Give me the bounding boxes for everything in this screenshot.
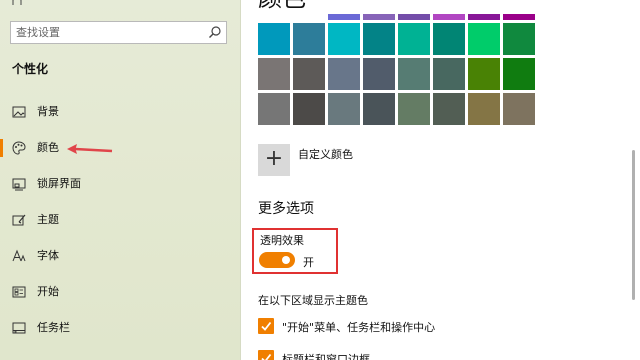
settings-sidebar: 个性化 背景 颜色 锁屏界面 [0,0,241,360]
color-swatch[interactable] [468,23,500,55]
plus-icon: + [264,146,284,171]
palette-icon [12,141,26,155]
transparency-toggle[interactable] [259,252,295,268]
color-swatch[interactable] [328,93,360,125]
toggle-state-label: 开 [303,256,314,269]
sidebar-item-fonts[interactable]: 字体 [0,244,240,268]
color-swatch[interactable] [398,58,430,90]
page-title: 颜色 [258,0,306,12]
sidebar-item-background[interactable]: 背景 [0,100,240,124]
transparency-label: 透明效果 [260,234,304,247]
checkmark-icon [261,353,272,360]
color-swatch[interactable] [433,93,465,125]
start-icon [12,286,26,298]
selection-indicator [0,139,3,157]
color-swatch[interactable] [398,23,430,55]
color-swatch[interactable] [433,14,465,20]
start-taskbar-checkbox[interactable] [258,318,274,334]
color-swatch[interactable] [293,14,325,20]
color-swatch[interactable] [258,23,290,55]
checkbox-label: "开始"菜单、任务栏和操作中心 [282,321,436,334]
section-title: 个性化 [12,62,49,76]
sidebar-item-lockscreen[interactable]: 锁屏界面 [0,172,240,196]
page-title-container: 颜色 [258,0,358,12]
color-swatch[interactable] [328,14,360,20]
accent-color-row-partial [258,14,535,20]
color-swatch[interactable] [503,58,535,90]
color-swatch[interactable] [503,23,535,55]
sidebar-item-themes[interactable]: 主题 [0,208,240,232]
sidebar-item-label: 任务栏 [37,321,70,334]
search-icon[interactable] [208,25,222,39]
custom-color-swatch[interactable]: + [258,144,290,176]
checkbox-label: 标题栏和窗口边框 [282,353,370,360]
color-swatch[interactable] [363,93,395,125]
color-swatch[interactable] [293,23,325,55]
transparency-highlight-box: 透明效果 开 [252,228,338,274]
accent-color-grid [258,23,535,125]
search-input[interactable] [11,22,201,43]
color-swatch[interactable] [398,14,430,20]
more-options-heading: 更多选项 [258,201,314,217]
annotation-arrow-icon [67,144,113,154]
color-swatch[interactable] [258,58,290,90]
sidebar-item-taskbar[interactable]: 任务栏 [0,316,240,340]
color-swatch[interactable] [363,14,395,20]
color-swatch[interactable] [293,58,325,90]
color-swatch[interactable] [433,23,465,55]
color-swatch[interactable] [328,58,360,90]
title-bars-checkbox[interactable] [258,350,274,360]
color-swatch[interactable] [468,14,500,20]
color-swatch[interactable] [363,58,395,90]
sidebar-item-label: 背景 [37,105,59,118]
custom-color-label: 自定义颜色 [298,148,353,161]
sidebar-item-label: 开始 [37,285,59,298]
scrollbar[interactable] [632,150,635,300]
sidebar-item-label: 主题 [37,213,59,226]
lockscreen-icon [12,178,26,191]
picture-icon [12,106,26,118]
color-swatch[interactable] [293,93,325,125]
sidebar-item-label: 字体 [37,249,59,262]
checkmark-icon [261,321,272,331]
color-swatch[interactable] [258,14,290,20]
theme-icon [12,214,26,226]
taskbar-icon [12,322,26,334]
sidebar-item-start[interactable]: 开始 [0,280,240,304]
sidebar-item-label: 锁屏界面 [37,177,81,190]
accent-surfaces-heading: 在以下区域显示主题色 [258,294,368,307]
home-icon[interactable] [12,0,22,6]
color-swatch[interactable] [328,23,360,55]
sidebar-item-label: 颜色 [37,141,59,154]
sidebar-item-colors[interactable]: 颜色 [0,136,240,160]
color-swatch[interactable] [433,58,465,90]
color-swatch[interactable] [363,23,395,55]
color-swatch[interactable] [503,93,535,125]
color-swatch[interactable] [468,58,500,90]
colors-settings-panel: 颜色 + 自定义颜色 更多选项 透明效果 开 在以下区域显示主题色 "开始"菜单… [241,0,640,360]
color-swatch[interactable] [468,93,500,125]
toggle-knob [282,256,290,264]
font-icon [12,249,26,262]
search-box[interactable] [10,21,227,44]
color-swatch[interactable] [398,93,430,125]
color-swatch[interactable] [258,93,290,125]
color-swatch[interactable] [503,14,535,20]
